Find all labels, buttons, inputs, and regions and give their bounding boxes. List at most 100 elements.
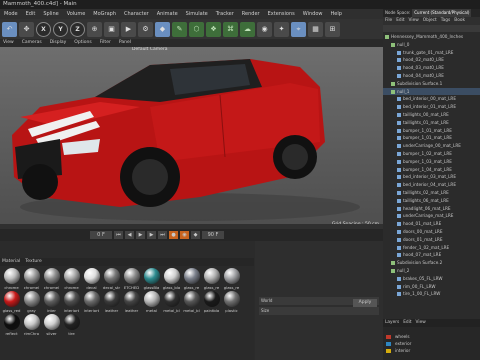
layer-row[interactable]: exterior — [383, 340, 480, 347]
menu-extensions[interactable]: Extensions — [264, 11, 299, 17]
object-row[interactable]: doors_01_mat_LRE — [383, 236, 480, 244]
material-swatch[interactable]: glassBla — [142, 268, 161, 290]
material-swatch[interactable]: plastic — [222, 291, 241, 313]
layers-view[interactable]: View — [416, 319, 426, 327]
viewport-menu-cameras[interactable]: Cameras — [22, 39, 42, 47]
y-axis-icon[interactable]: Y — [53, 21, 68, 37]
object-row[interactable]: bumper_1_01_mat_LRE — [383, 134, 480, 142]
viewport-menu-panel[interactable]: Panel — [119, 39, 131, 47]
subdivision-icon[interactable]: ⬡ — [189, 21, 204, 37]
material-swatch[interactable]: chromel — [22, 268, 41, 290]
menu-edit[interactable]: Edit — [22, 11, 40, 17]
object-row[interactable]: hood_04_mat0_LRE — [383, 72, 480, 80]
autokey-icon[interactable]: ◉ — [180, 231, 189, 239]
menu-simulate[interactable]: Simulate — [182, 11, 212, 17]
material-swatch[interactable]: interiort — [82, 291, 101, 313]
material-tab[interactable]: Material — [2, 258, 20, 266]
object-row[interactable]: rim_00_FL_LRW — [383, 283, 480, 291]
cube-icon[interactable]: ◆ — [155, 21, 170, 37]
material-swatch[interactable]: rimChro — [22, 314, 41, 336]
material-swatch[interactable]: glass_re — [222, 268, 241, 290]
layer-row[interactable]: interior — [383, 347, 480, 354]
om-view[interactable]: View — [409, 17, 419, 25]
layers-edit[interactable]: Edit — [403, 319, 411, 327]
object-search-bar[interactable] — [383, 25, 480, 32]
next-key-icon[interactable]: ▶ — [147, 231, 156, 239]
menu-character[interactable]: Character — [120, 11, 153, 17]
om-tags[interactable]: Tags — [441, 17, 451, 25]
apply-button[interactable]: Apply — [353, 299, 377, 307]
x-axis-icon[interactable]: X — [36, 21, 51, 37]
object-row[interactable]: Subdivision Surface.2 — [383, 259, 480, 267]
om-file[interactable]: File — [385, 17, 392, 25]
material-swatch[interactable]: glass_red — [2, 291, 21, 313]
material-swatch[interactable]: leather — [122, 291, 141, 313]
cloner-icon[interactable]: ❖ — [206, 21, 221, 37]
material-swatch[interactable]: decal — [82, 268, 101, 290]
end-frame-field[interactable]: 90 F — [202, 231, 224, 239]
texture-tab[interactable]: Texture — [25, 258, 41, 266]
menu-render[interactable]: Render — [238, 11, 264, 17]
menu-window[interactable]: Window — [299, 11, 327, 17]
object-row[interactable]: null_0 — [383, 41, 480, 49]
environment-icon[interactable]: ☁ — [240, 21, 255, 37]
object-row[interactable]: underCarriage_00_mat_LRE — [383, 142, 480, 150]
keyframe-icon[interactable]: ◆ — [191, 231, 200, 239]
layers-tab[interactable]: Layers — [385, 319, 399, 327]
last-frame-icon[interactable]: ⏭ — [158, 231, 167, 239]
object-row[interactable]: Hennessey_Mammoth_400_Inches — [383, 33, 480, 41]
material-swatch[interactable]: gray — [22, 291, 41, 313]
material-swatch[interactable]: interiort — [62, 291, 81, 313]
object-row[interactable]: taillights_00_mat_LRE — [383, 111, 480, 119]
size-field[interactable]: Size — [259, 307, 379, 315]
layer-row[interactable]: wheels — [383, 333, 480, 340]
material-swatch[interactable]: glass_bla — [162, 268, 181, 290]
object-row[interactable]: bumper_1_03_mat_LRE — [383, 158, 480, 166]
material-swatch[interactable]: leather — [102, 291, 121, 313]
object-row[interactable]: bed_interior_04_mat_LRE — [383, 181, 480, 189]
material-swatch[interactable]: inter — [42, 291, 61, 313]
menu-spline[interactable]: Spline — [39, 11, 62, 17]
object-row[interactable]: taillights_06_mat_LRE — [383, 197, 480, 205]
material-swatch[interactable]: paintbla — [202, 291, 221, 313]
menu-mograph[interactable]: MoGraph — [89, 11, 120, 17]
material-swatch[interactable]: metal — [142, 291, 161, 313]
material-swatch[interactable]: silver — [42, 314, 61, 336]
menu-help[interactable]: Help — [326, 11, 345, 17]
object-row[interactable]: Subdivision Surface.1 — [383, 80, 480, 88]
object-row[interactable]: hood_07_mat_LRE — [383, 251, 480, 259]
material-swatch[interactable]: tire — [62, 314, 81, 336]
frame-field[interactable]: 0 F — [90, 231, 112, 239]
render-settings-icon[interactable]: ⚙ — [138, 21, 153, 37]
material-swatch[interactable]: chrome — [2, 268, 21, 290]
render-view-icon[interactable]: ▣ — [104, 21, 119, 37]
object-row[interactable]: underCarriage_mat_LRE — [383, 212, 480, 220]
snap-icon[interactable]: ⌖ — [291, 21, 306, 37]
object-row[interactable]: bed_interior_00_mat_LRE — [383, 95, 480, 103]
material-swatch[interactable]: chrome — [62, 268, 81, 290]
camera-icon[interactable]: ◉ — [257, 21, 272, 37]
object-row[interactable]: bed_interior_03_mat_LRE — [383, 173, 480, 181]
menu-animate[interactable]: Animate — [153, 11, 182, 17]
menu-volume[interactable]: Volume — [63, 11, 90, 17]
first-frame-icon[interactable]: ⏮ — [114, 231, 123, 239]
render-icon[interactable]: ▶ — [121, 21, 136, 37]
om-object[interactable]: Object — [423, 17, 437, 25]
object-row[interactable]: fender_1_02_mat_LRE — [383, 244, 480, 252]
undo-icon[interactable]: ↶ — [2, 21, 17, 37]
object-row[interactable]: taillights_02_mat_LRE — [383, 189, 480, 197]
record-icon[interactable]: ● — [169, 231, 178, 239]
workplane-icon[interactable]: ▦ — [308, 21, 323, 37]
object-row[interactable]: brakes_05_FL_LRW — [383, 275, 480, 283]
viewport-menu-filter[interactable]: Filter — [100, 39, 111, 47]
move-icon[interactable]: ✥ — [19, 21, 34, 37]
object-row[interactable]: bumper_1_04_mat_LRE — [383, 166, 480, 174]
material-swatch[interactable]: decal_str — [102, 268, 121, 290]
menu-mode[interactable]: Mode — [0, 11, 22, 17]
object-row[interactable]: null_1 — [383, 87, 480, 96]
lock-icon[interactable]: ⊞ — [325, 21, 340, 37]
menu-tracker[interactable]: Tracker — [212, 11, 238, 17]
object-row[interactable]: hood_01_mat_LRE — [383, 220, 480, 228]
node-space-dropdown[interactable]: Current (Standard/Physical) — [412, 9, 472, 17]
material-swatch[interactable]: metal_bl — [182, 291, 201, 313]
